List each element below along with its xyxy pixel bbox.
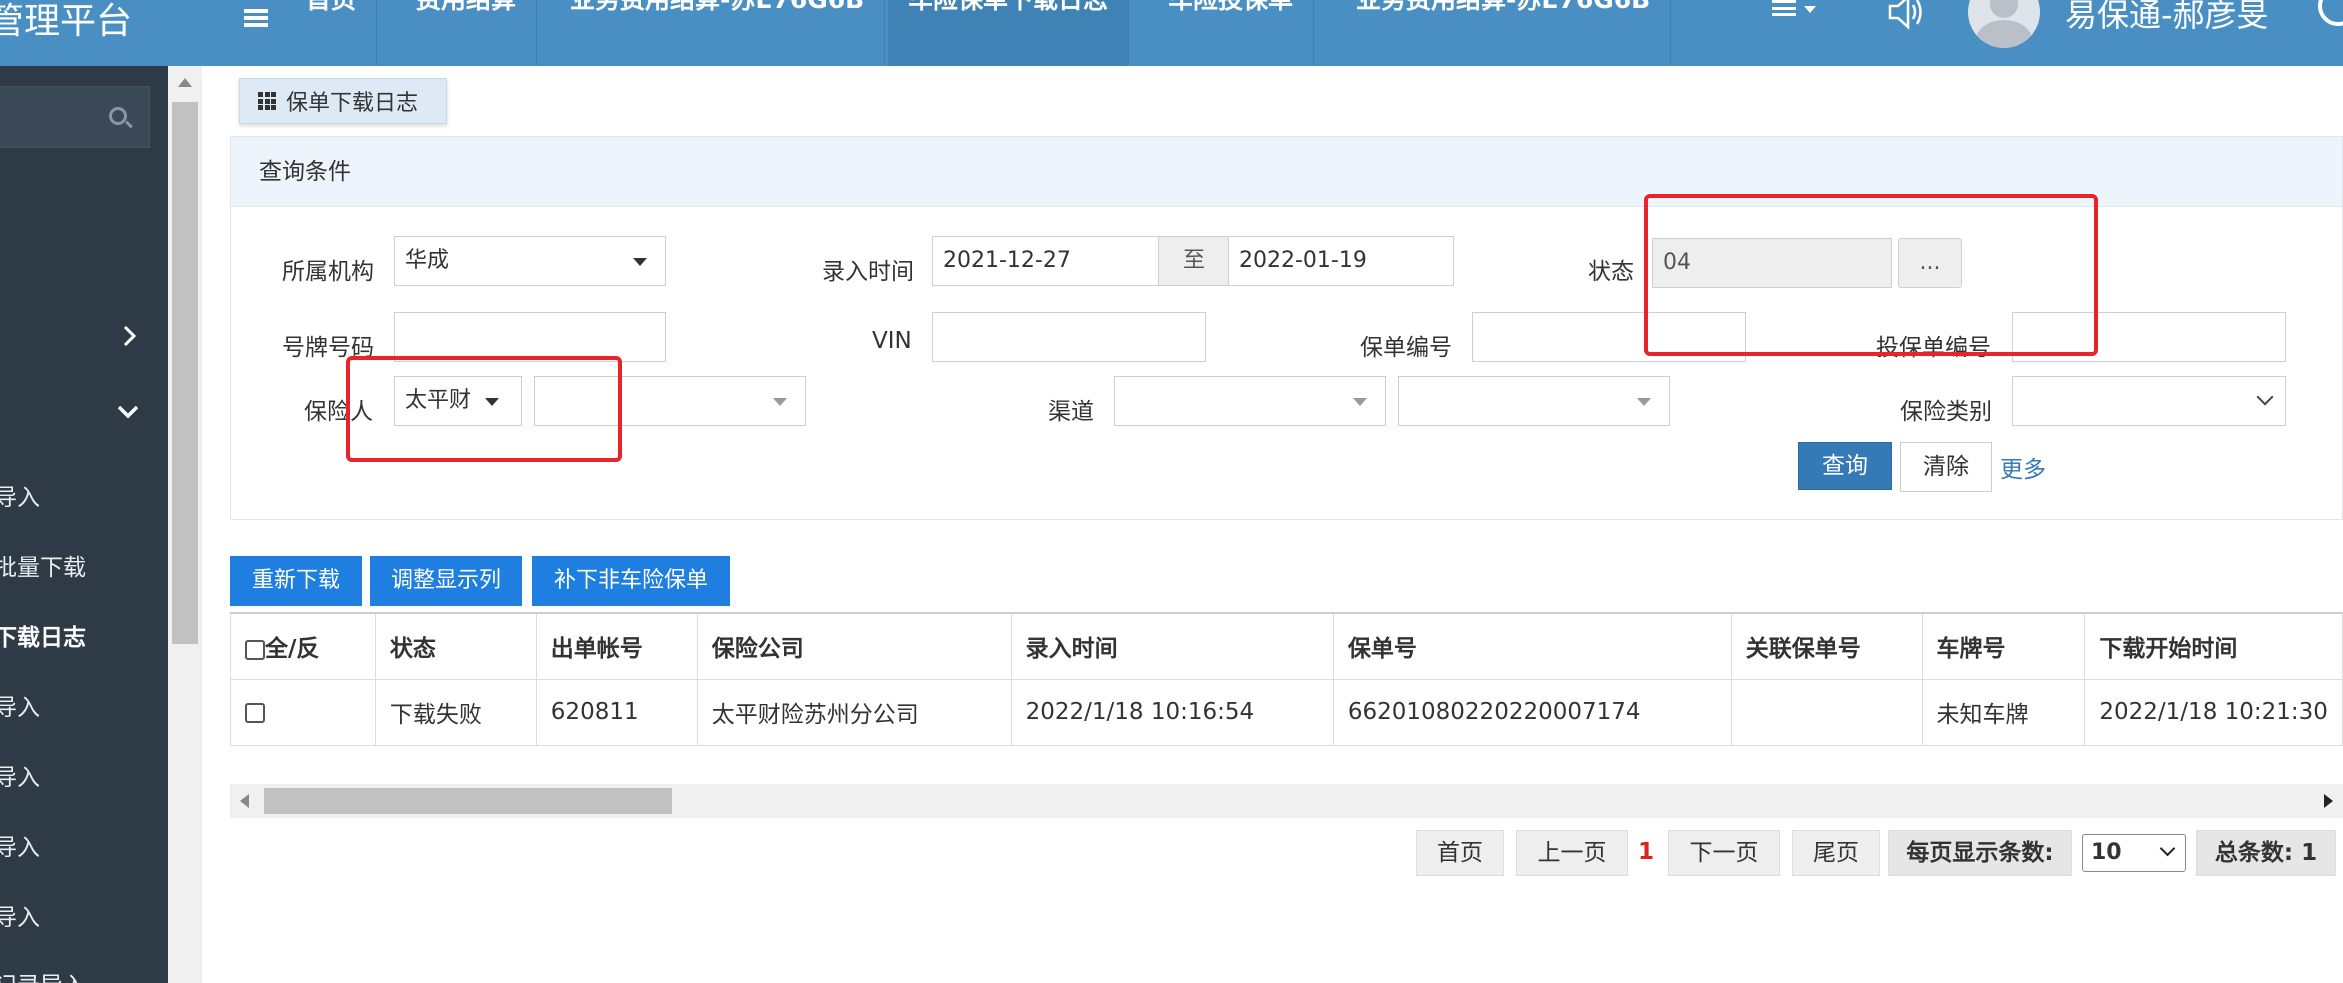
scrollbar-thumb[interactable] <box>172 102 198 644</box>
adjust-columns-button[interactable]: 调整显示列 <box>370 556 522 606</box>
clear-button[interactable]: 清除 <box>1900 442 1992 492</box>
tab-home[interactable]: 首页 <box>286 0 378 66</box>
sidebar-item-import-3[interactable]: 导入 <box>0 758 40 792</box>
more-link[interactable]: 更多 <box>2000 450 2046 484</box>
channel-select[interactable] <box>1114 376 1386 426</box>
chevron-down-icon <box>2159 840 2176 857</box>
chevron-down-icon <box>2256 388 2274 406</box>
sidebar-item-import-4[interactable]: 导入 <box>0 828 40 862</box>
hamburger-icon <box>244 9 268 27</box>
pager-last-button[interactable]: 尾页 <box>1792 830 1880 876</box>
cell-status: 下载失败 <box>374 678 537 746</box>
policy-no-label: 保单编号 <box>1360 335 1452 361</box>
col-policy-no[interactable]: 保单号 <box>1332 612 1732 680</box>
pager-first-button[interactable]: 首页 <box>1416 830 1504 876</box>
caret-down-icon <box>773 398 787 406</box>
grid-icon <box>258 92 276 110</box>
sidebar-item-import-5[interactable]: 导入 <box>0 898 40 932</box>
chevron-right-icon[interactable] <box>120 324 140 354</box>
col-plate[interactable]: 车牌号 <box>1921 612 2086 680</box>
sidebar-item-batch-download[interactable]: 批量下载 <box>0 548 86 582</box>
sidebar-item-record-import[interactable]: 记录导入 <box>0 966 86 983</box>
page-size-label: 每页显示条数: <box>1888 830 2072 876</box>
caret-down-icon <box>633 258 647 266</box>
supplement-policy-button[interactable]: 补下非车险保单 <box>532 556 730 606</box>
app-brand: 管理平台 <box>0 1 133 42</box>
highlight-status-box <box>1644 194 2098 356</box>
menu-toggle-button[interactable] <box>226 0 286 66</box>
insurance-type-select[interactable] <box>2012 376 2286 426</box>
pager-next-button[interactable]: 下一页 <box>1668 830 1780 876</box>
org-label: 所属机构 <box>282 259 374 285</box>
total-count: 总条数: 1 <box>2196 830 2336 876</box>
power-icon[interactable] <box>2318 0 2343 26</box>
pager-prev-button[interactable]: 上一页 <box>1516 830 1628 876</box>
app-root: 管理平台 首页 费用结算 业务费用结算-苏E76G6B 车险保单下载日志 车险投… <box>0 0 2343 983</box>
tab-fee-settlement[interactable]: 费用结算 <box>396 0 538 66</box>
scroll-right-icon[interactable] <box>2324 794 2333 808</box>
search-button[interactable]: 查询 <box>1798 442 1892 490</box>
channel-label: 渠道 <box>1048 399 1094 425</box>
tab-car-proposal[interactable]: 车险投保单 <box>1148 0 1315 66</box>
date-separator: 至 <box>1158 236 1230 286</box>
cell-company: 太平财险苏州分公司 <box>696 678 1012 746</box>
top-navbar: 管理平台 首页 费用结算 业务费用结算-苏E76G6B 车险保单下载日志 车险投… <box>0 0 2343 66</box>
horizontal-scrollbar[interactable] <box>230 784 2343 818</box>
vertical-scrollbar[interactable] <box>168 66 202 983</box>
tab-business-fee-settlement[interactable]: 业务费用结算-苏E76G6B <box>550 0 886 66</box>
sidebar: 导入 批量下载 下载日志 导入 导入 导入 导入 记录导入 <box>0 66 168 983</box>
sidebar-item-download-log[interactable]: 下载日志 <box>0 618 86 652</box>
caret-down-icon <box>1637 398 1651 406</box>
user-avatar[interactable] <box>1968 0 2040 48</box>
cell-related-no <box>1730 678 1923 746</box>
table-header-row: 全/反 状态 出单帐号 保险公司 录入时间 保单号 关联保单号 车牌号 下载开始… <box>230 612 2343 680</box>
search-icon[interactable] <box>109 107 127 125</box>
col-download-start[interactable]: 下载开始时间 <box>2084 612 2343 680</box>
col-account[interactable]: 出单帐号 <box>535 612 698 680</box>
highlight-insurer-box <box>346 356 622 462</box>
select-all-checkbox[interactable] <box>245 639 265 660</box>
row-checkbox[interactable] <box>245 702 265 723</box>
plate-input[interactable] <box>394 312 666 362</box>
redownload-button[interactable]: 重新下载 <box>230 556 362 606</box>
col-entry-time[interactable]: 录入时间 <box>1010 612 1334 680</box>
tab-policy-download-log[interactable]: 车险保单下载日志 <box>888 0 1130 66</box>
chevron-down-icon[interactable] <box>116 400 140 428</box>
user-name[interactable]: 易保通-郝彦旻 <box>2065 0 2269 36</box>
vin-label: VIN <box>872 328 912 354</box>
download-log-table: 全/反 状态 出单帐号 保险公司 录入时间 保单号 关联保单号 车牌号 下载开始… <box>230 612 2343 746</box>
caret-down-icon <box>1353 398 1367 406</box>
vin-input[interactable] <box>932 312 1206 362</box>
sidebar-item-import[interactable]: 导入 <box>0 478 40 512</box>
date-to-input[interactable]: 2022-01-19 <box>1228 236 1454 286</box>
page-size-select[interactable]: 10 <box>2082 834 2186 872</box>
org-select[interactable]: 华成 <box>394 236 666 286</box>
tab-business-fee-settlement-2[interactable]: 业务费用结算-苏E76G6B <box>1336 0 1672 66</box>
list-menu-icon[interactable] <box>1772 0 1816 16</box>
table-row[interactable]: 下载失败 620811 太平财险苏州分公司 2022/1/18 10:16:54… <box>230 678 2343 746</box>
sidebar-search-input[interactable] <box>0 86 150 148</box>
cell-policy-no: 66201080220220007174 <box>1332 678 1732 746</box>
cell-download-start: 2022/1/18 10:21:30 <box>2084 678 2343 746</box>
channel-sub-select[interactable] <box>1398 376 1670 426</box>
cell-plate: 未知车牌 <box>1921 678 2086 746</box>
col-related-no[interactable]: 关联保单号 <box>1730 612 1923 680</box>
col-status[interactable]: 状态 <box>374 612 537 680</box>
cell-account: 620811 <box>535 678 698 746</box>
cell-entry-time: 2022/1/18 10:16:54 <box>1010 678 1334 746</box>
row-select-cell[interactable] <box>230 678 376 746</box>
select-all-header[interactable]: 全/反 <box>230 612 376 680</box>
pager-current-page: 1 <box>1638 839 1655 865</box>
col-company[interactable]: 保险公司 <box>696 612 1012 680</box>
insurance-type-label: 保险类别 <box>1900 399 1992 425</box>
sidebar-item-import-2[interactable]: 导入 <box>0 688 40 722</box>
scroll-up-icon[interactable] <box>178 78 192 87</box>
speaker-icon[interactable] <box>1886 0 1926 40</box>
status-label: 状态 <box>1588 259 1634 285</box>
date-from-input[interactable]: 2021-12-27 <box>932 236 1160 286</box>
scroll-left-icon[interactable] <box>240 794 249 808</box>
entry-time-label: 录入时间 <box>822 259 914 285</box>
hscrollbar-thumb[interactable] <box>264 788 672 814</box>
page-tab-download-log[interactable]: 保单下载日志 <box>239 78 447 124</box>
